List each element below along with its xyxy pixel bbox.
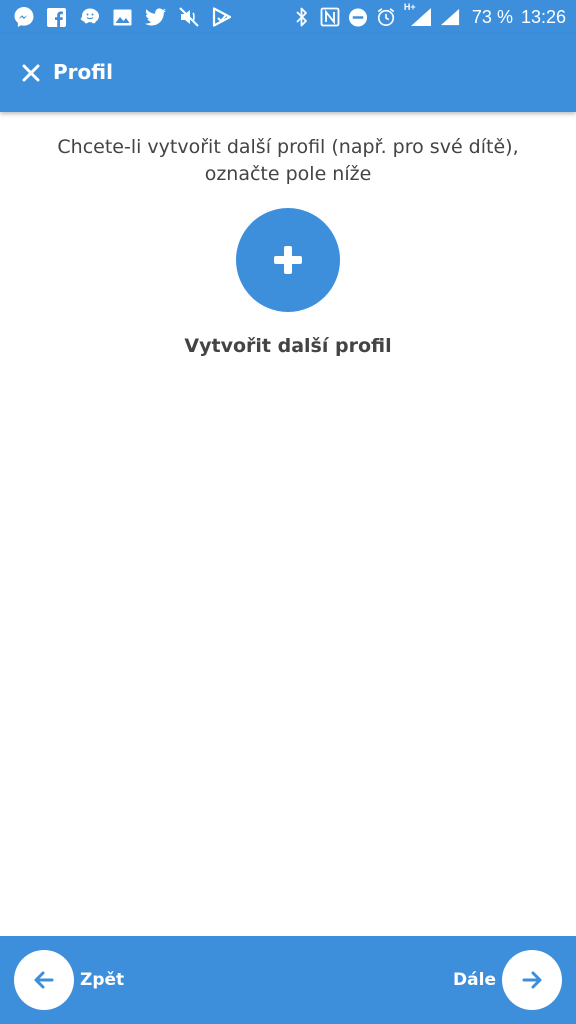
do-not-disturb-icon bbox=[348, 6, 368, 28]
next-button[interactable]: Dále bbox=[422, 936, 562, 1024]
screen: H+ 73 % 13:26 Profil Chcete-li vytvořit … bbox=[0, 0, 576, 1024]
arrow-left-icon bbox=[34, 971, 54, 989]
alarm-icon bbox=[376, 6, 396, 28]
next-label[interactable]: Dále bbox=[453, 970, 496, 990]
muted-icon bbox=[177, 6, 200, 29]
close-button[interactable] bbox=[16, 58, 46, 88]
status-bar: H+ 73 % 13:26 bbox=[0, 0, 576, 34]
close-icon bbox=[22, 64, 40, 82]
messenger-icon bbox=[12, 6, 35, 29]
play-icon bbox=[210, 6, 233, 29]
add-profile-label[interactable]: Vytvořit další profil bbox=[88, 335, 488, 357]
back-button[interactable]: Zpět bbox=[14, 936, 154, 1024]
bottom-navigation: Zpět Dále bbox=[0, 936, 576, 1024]
bluetooth-icon bbox=[292, 6, 312, 28]
signal-icon: H+ bbox=[404, 2, 432, 28]
facebook-icon bbox=[45, 6, 68, 29]
back-label[interactable]: Zpět bbox=[80, 970, 124, 990]
signal-icon bbox=[440, 6, 460, 28]
system-status: H+ 73 % 13:26 bbox=[292, 2, 566, 29]
page-title: Profil bbox=[53, 60, 113, 84]
waze-icon bbox=[78, 6, 101, 29]
arrow-right-icon bbox=[522, 971, 542, 989]
gallery-icon bbox=[111, 6, 134, 29]
app-bar: Profil bbox=[0, 34, 576, 112]
nfc-icon bbox=[320, 6, 340, 28]
plus-icon bbox=[274, 246, 302, 274]
notification-icons bbox=[12, 5, 233, 29]
next-circle[interactable] bbox=[502, 950, 562, 1010]
clock: 13:26 bbox=[520, 6, 566, 27]
intro-text: Chcete-li vytvořit další profil (např. p… bbox=[57, 136, 519, 185]
add-profile-button[interactable] bbox=[236, 208, 340, 312]
battery-percentage: 73 % bbox=[471, 6, 513, 27]
twitter-icon bbox=[144, 6, 167, 29]
back-circle[interactable] bbox=[14, 950, 74, 1010]
